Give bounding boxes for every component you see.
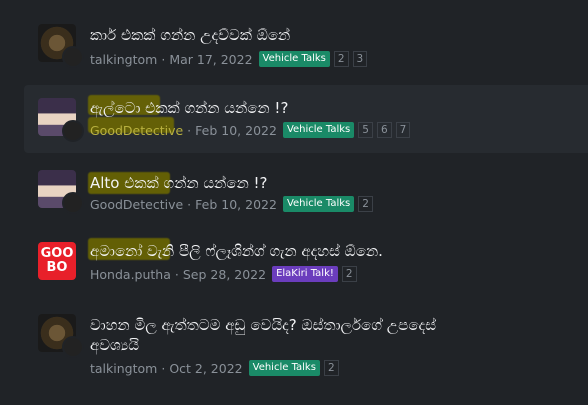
thread-author[interactable]: Honda.putha (90, 267, 171, 282)
thread-date[interactable]: Sep 28, 2022 (183, 267, 266, 282)
thread-meta: GoodDetective · Feb 10, 2022 Vehicle Tal… (90, 196, 373, 212)
page-link[interactable]: 2 (333, 51, 349, 67)
thread-date[interactable]: Mar 17, 2022 (169, 52, 252, 67)
meta-separator: · (187, 196, 192, 212)
page-link[interactable]: 7 (395, 122, 411, 138)
avatar-text-top: GOO (40, 246, 74, 261)
thread-title[interactable]: අමානෝ වැනි පීලි ෆ්ලෑශින්ග් ගැන අදහස් ඕනෙ… (90, 242, 383, 260)
thread-title[interactable]: වාහන මිල ඇත්තටම අඩු වෙයිද? ඔස්තාර්ලගේ උප… (90, 316, 436, 334)
page-link[interactable]: 6 (376, 122, 392, 138)
thread-title[interactable]: ඇල්ටො එකක් ගන්න යන්නෙ !? (90, 99, 288, 117)
meta-separator: · (187, 122, 192, 138)
thread-date[interactable]: Oct 2, 2022 (169, 361, 242, 376)
thread-meta: talkingtom · Mar 17, 2022 Vehicle Talks … (90, 51, 368, 67)
thread-meta: Honda.putha · Sep 28, 2022 ElaKiri Talk!… (90, 266, 357, 282)
thread-meta: talkingtom · Oct 2, 2022 Vehicle Talks 2 (90, 360, 339, 376)
thread-row-5[interactable]: වාහන මිල ඇත්තටම අඩු වෙයිද? ඔස්තාර්ලගේ උප… (24, 298, 588, 384)
avatar-honda-putha[interactable]: GOO BO (38, 242, 76, 280)
thread-meta: GoodDetective · Feb 10, 2022 Vehicle Tal… (90, 122, 411, 138)
meta-separator: · (161, 51, 166, 67)
thread-tag[interactable]: Vehicle Talks (282, 196, 355, 212)
avatar-text-bottom: BO (46, 260, 68, 275)
page-link[interactable]: 2 (323, 360, 339, 376)
avatar-mini (62, 120, 84, 142)
thread-tag[interactable]: Vehicle Talks (282, 122, 355, 138)
thread-author[interactable]: talkingtom (90, 361, 157, 376)
thread-title-line2[interactable]: අවශ්‍යයි (90, 336, 139, 354)
page-link[interactable]: 3 (352, 51, 368, 67)
page-link[interactable]: 5 (358, 122, 373, 138)
page-link[interactable]: 2 (358, 196, 373, 212)
page-link[interactable]: 2 (341, 266, 357, 282)
avatar-mini (62, 192, 84, 214)
thread-tag[interactable]: Vehicle Talks (248, 360, 320, 376)
thread-tag[interactable]: Vehicle Talks (258, 51, 330, 67)
thread-tag[interactable]: ElaKiri Talk! (272, 266, 338, 282)
thread-author[interactable]: GoodDetective (90, 123, 183, 138)
thread-row-2[interactable]: ඇල්ටො එකක් ගන්න යන්නෙ !? GoodDetective ·… (24, 85, 588, 153)
thread-date[interactable]: Feb 10, 2022 (195, 123, 277, 138)
avatar-mini (62, 336, 84, 358)
thread-row-1[interactable]: කාර් එකක් ගන්න උදව්වක් ඕනේ talkingtom · … (24, 18, 588, 76)
thread-date[interactable]: Feb 10, 2022 (195, 197, 277, 212)
thread-row-4[interactable]: GOO BO අමානෝ වැනි පීලි ෆ්ලෑශින්ග් ගැන අද… (24, 228, 588, 288)
thread-row-3[interactable]: Alto එකක් ගන්න යන්නෙ !? GoodDetective · … (24, 160, 588, 220)
avatar-mini (62, 46, 84, 68)
meta-separator: · (174, 266, 179, 282)
meta-separator: · (161, 360, 166, 376)
thread-title[interactable]: Alto එකක් ගන්න යන්නෙ !? (90, 174, 268, 192)
thread-title[interactable]: කාර් එකක් ගන්න උදව්වක් ඕනේ (90, 26, 290, 44)
thread-author[interactable]: GoodDetective (90, 197, 183, 212)
thread-author[interactable]: talkingtom (90, 52, 157, 67)
